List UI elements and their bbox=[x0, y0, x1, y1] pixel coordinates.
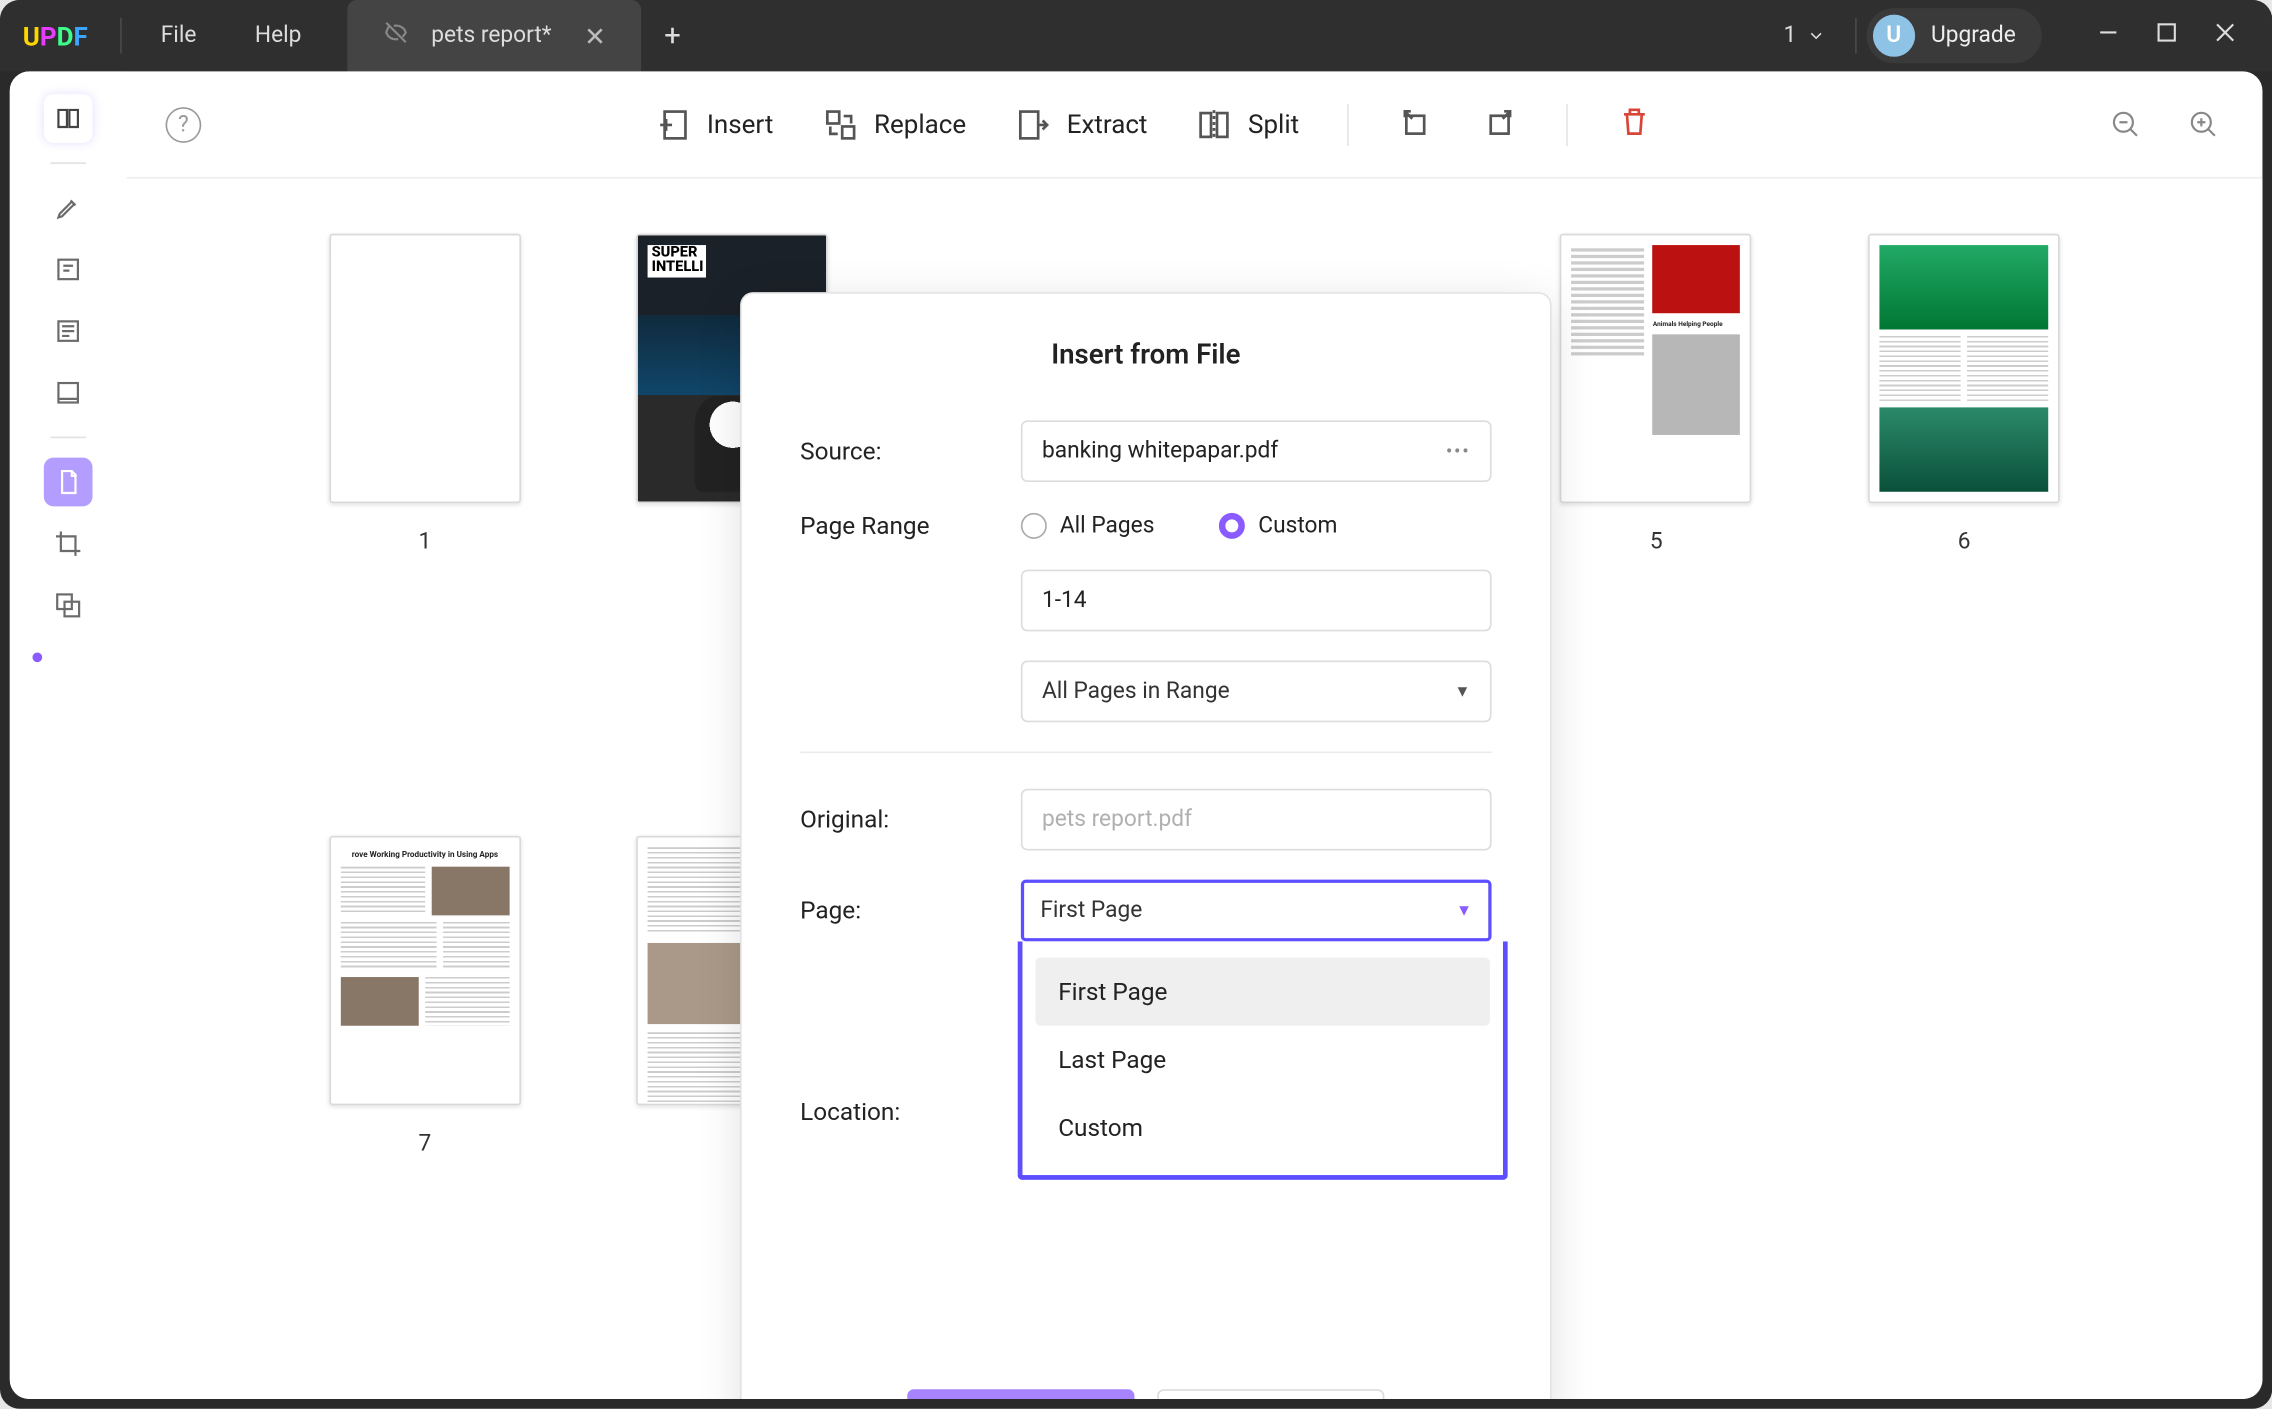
delete-button[interactable] bbox=[1617, 103, 1653, 145]
reader-mode-button[interactable] bbox=[44, 94, 93, 143]
extract-label: Extract bbox=[1067, 109, 1148, 140]
original-field: pets report.pdf bbox=[1021, 789, 1492, 851]
replace-button[interactable]: Replace bbox=[822, 106, 966, 142]
zoom-value: 1 bbox=[1784, 23, 1797, 49]
page-toolbar: ? Insert Replace Extract bbox=[127, 71, 2263, 178]
split-button[interactable]: Split bbox=[1196, 106, 1299, 142]
option-last-page[interactable]: Last Page bbox=[1035, 1026, 1489, 1094]
upgrade-button[interactable]: U Upgrade bbox=[1866, 8, 2042, 63]
zoom-indicator[interactable]: 1 bbox=[1784, 23, 1845, 49]
current-tool-marker bbox=[32, 652, 42, 662]
left-toolbar bbox=[10, 71, 127, 1399]
thumb-label: 7 bbox=[419, 1131, 432, 1157]
thumb-image: rove Working Productivity in Using Apps bbox=[329, 836, 521, 1105]
zoom-in-button[interactable] bbox=[2185, 105, 2224, 144]
content-area: ? Insert Replace Extract bbox=[10, 71, 2263, 1399]
app-window: UPDF File Help pets report* ✕ + 1 U Upgr… bbox=[0, 0, 2272, 1409]
thumb-image bbox=[329, 234, 521, 503]
app-logo: UPDF bbox=[0, 20, 110, 51]
page-thumb-7[interactable]: rove Working Productivity in Using Apps … bbox=[321, 836, 528, 1344]
chevron-down-icon: ▼ bbox=[1456, 902, 1472, 920]
radio-custom[interactable]: Custom bbox=[1219, 513, 1337, 539]
page-range-label: Page Range bbox=[800, 511, 1021, 540]
chevron-down-icon bbox=[1806, 26, 1825, 45]
help-icon[interactable]: ? bbox=[166, 106, 202, 142]
highlighter-button[interactable] bbox=[44, 183, 93, 232]
no-view-icon bbox=[383, 19, 409, 51]
original-label: Original: bbox=[800, 805, 1021, 834]
source-label: Source: bbox=[800, 437, 1021, 466]
tab-title: pets report* bbox=[431, 23, 551, 49]
tab-close-icon[interactable]: ✕ bbox=[584, 20, 606, 51]
edit-text-button[interactable] bbox=[44, 245, 93, 294]
option-custom[interactable]: Custom bbox=[1035, 1094, 1489, 1162]
extract-icon bbox=[1015, 106, 1051, 142]
split-icon bbox=[1196, 106, 1232, 142]
browse-icon[interactable]: ••• bbox=[1446, 440, 1471, 463]
page-select-dropdown: First Page Last Page Custom bbox=[1018, 941, 1508, 1180]
insert-label: Insert bbox=[707, 109, 774, 140]
window-close-icon[interactable] bbox=[2214, 21, 2237, 50]
menu-file[interactable]: File bbox=[132, 0, 226, 71]
range-mode-select[interactable]: All Pages in Range ▼ bbox=[1021, 661, 1492, 723]
titlebar: UPDF File Help pets report* ✕ + 1 U Upgr… bbox=[0, 0, 2272, 71]
avatar: U bbox=[1873, 15, 1915, 57]
rotate-right-button[interactable] bbox=[1483, 103, 1519, 145]
form-button[interactable] bbox=[44, 307, 93, 356]
organize-pages-button[interactable] bbox=[44, 458, 93, 507]
thumb-label: 6 bbox=[1958, 529, 1971, 555]
window-maximize-icon[interactable] bbox=[2155, 21, 2178, 50]
crop-button[interactable] bbox=[44, 519, 93, 568]
insert-from-file-dialog: Insert from File Source: banking whitepa… bbox=[740, 292, 1552, 1399]
radio-all-pages[interactable]: All Pages bbox=[1021, 513, 1155, 539]
zoom-out-button[interactable] bbox=[2107, 105, 2146, 144]
insert-confirm-button[interactable]: Insert bbox=[907, 1389, 1134, 1399]
extract-button[interactable]: Extract bbox=[1015, 106, 1148, 142]
source-field[interactable]: banking whitepapar.pdf ••• bbox=[1021, 420, 1492, 482]
menu-help[interactable]: Help bbox=[226, 0, 331, 71]
rotate-left-button[interactable] bbox=[1398, 103, 1434, 145]
insert-button[interactable]: Insert bbox=[655, 106, 773, 142]
ocr-button[interactable] bbox=[44, 368, 93, 417]
chevron-down-icon: ▼ bbox=[1454, 682, 1470, 700]
new-tab-button[interactable]: + bbox=[642, 19, 704, 53]
replace-label: Replace bbox=[874, 109, 966, 140]
page-thumb-5[interactable]: Animals Helping People 5 bbox=[1553, 234, 1760, 742]
thumb-label: 5 bbox=[1650, 529, 1663, 555]
option-first-page[interactable]: First Page bbox=[1035, 958, 1489, 1026]
page-range-input[interactable]: 1-14 bbox=[1021, 570, 1492, 632]
thumb-image bbox=[1868, 234, 2060, 503]
page-thumb-6[interactable]: 6 bbox=[1860, 234, 2067, 742]
compare-button[interactable] bbox=[44, 581, 93, 630]
insert-icon bbox=[655, 106, 691, 142]
thumb-image: Animals Helping People bbox=[1560, 234, 1752, 503]
thumb-label: 1 bbox=[419, 529, 432, 555]
location-label: Location: bbox=[800, 1097, 1021, 1126]
dialog-title: Insert from File bbox=[800, 339, 1491, 371]
page-thumb-1[interactable]: 1 bbox=[321, 234, 528, 742]
cancel-button[interactable]: Cancel bbox=[1157, 1389, 1384, 1399]
split-label: Split bbox=[1248, 109, 1299, 140]
upgrade-label: Upgrade bbox=[1931, 23, 2016, 49]
replace-icon bbox=[822, 106, 858, 142]
source-value: banking whitepapar.pdf bbox=[1042, 438, 1278, 464]
window-minimize-icon[interactable] bbox=[2097, 21, 2120, 50]
page-label: Page: bbox=[800, 896, 1021, 925]
page-select[interactable]: First Page ▼ bbox=[1021, 880, 1492, 942]
document-tab[interactable]: pets report* ✕ bbox=[347, 0, 642, 71]
